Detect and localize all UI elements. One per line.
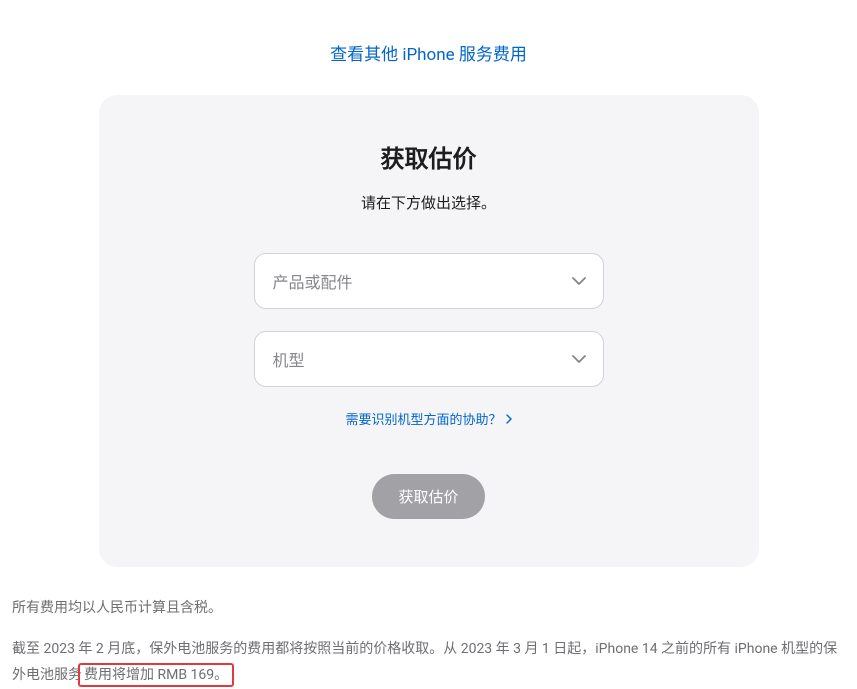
help-link-container: 需要识别机型方面的协助？ bbox=[139, 409, 719, 428]
price-highlight: 费用将增加 RMB 169。 bbox=[78, 663, 234, 687]
help-link-text: 需要识别机型方面的协助？ bbox=[345, 409, 501, 428]
product-select-wrapper: 产品或配件 bbox=[254, 253, 604, 309]
footer-price-note: 截至 2023 年 2 月底，保外电池服务的费用都将按照当前的价格收取。从 20… bbox=[12, 636, 845, 689]
card-title: 获取估价 bbox=[139, 139, 719, 174]
footer-tax-note: 所有费用均以人民币计算且含税。 bbox=[12, 595, 845, 622]
model-select[interactable]: 机型 bbox=[254, 331, 604, 387]
top-link-container: 查看其他 iPhone 服务费用 bbox=[0, 0, 857, 95]
estimate-card: 获取估价 请在下方做出选择。 产品或配件 机型 需要识别机型方面的协助？ 获取估… bbox=[99, 95, 759, 567]
get-estimate-button[interactable]: 获取估价 bbox=[372, 474, 484, 519]
chevron-right-icon bbox=[506, 414, 512, 424]
model-select-wrapper: 机型 bbox=[254, 331, 604, 387]
identify-model-help-link[interactable]: 需要识别机型方面的协助？ bbox=[345, 409, 511, 428]
view-other-fees-link[interactable]: 查看其他 iPhone 服务费用 bbox=[330, 45, 527, 65]
footer-text: 所有费用均以人民币计算且含税。 截至 2023 年 2 月底，保外电池服务的费用… bbox=[0, 567, 857, 689]
card-subtitle: 请在下方做出选择。 bbox=[139, 192, 719, 213]
product-select[interactable]: 产品或配件 bbox=[254, 253, 604, 309]
